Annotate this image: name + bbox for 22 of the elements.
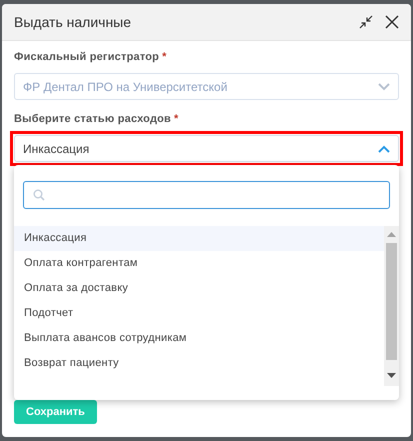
required-mark: * xyxy=(174,113,178,125)
select-field[interactable]: Инкассация xyxy=(14,135,399,162)
chevron-down-icon xyxy=(378,82,390,90)
search-field[interactable] xyxy=(23,181,390,209)
dialog-title: Выдать наличные xyxy=(14,14,132,30)
field-label: Выберите статью расходов xyxy=(14,113,172,125)
chevron-up-icon xyxy=(378,144,390,152)
option-item[interactable]: Оплата за доставку xyxy=(14,276,384,301)
scrollbar[interactable] xyxy=(384,226,399,386)
option-item[interactable]: Возврат пациенту xyxy=(14,351,384,376)
search-icon xyxy=(33,189,45,201)
option-item[interactable]: Выплата авансов сотрудникам xyxy=(14,326,384,351)
scroll-up-icon[interactable] xyxy=(387,232,396,237)
option-item[interactable]: Оплата контрагентам xyxy=(14,251,384,276)
close-icon[interactable] xyxy=(385,15,399,29)
field-label: Фискальный регистратор xyxy=(14,51,160,63)
collapse-icon[interactable] xyxy=(359,15,373,29)
option-item[interactable]: Инкассация xyxy=(14,226,384,251)
option-item[interactable]: Подотчет xyxy=(14,301,384,326)
scroll-down-icon[interactable] xyxy=(387,373,396,378)
scrollbar-thumb[interactable] xyxy=(386,243,397,360)
required-mark: * xyxy=(162,51,167,63)
